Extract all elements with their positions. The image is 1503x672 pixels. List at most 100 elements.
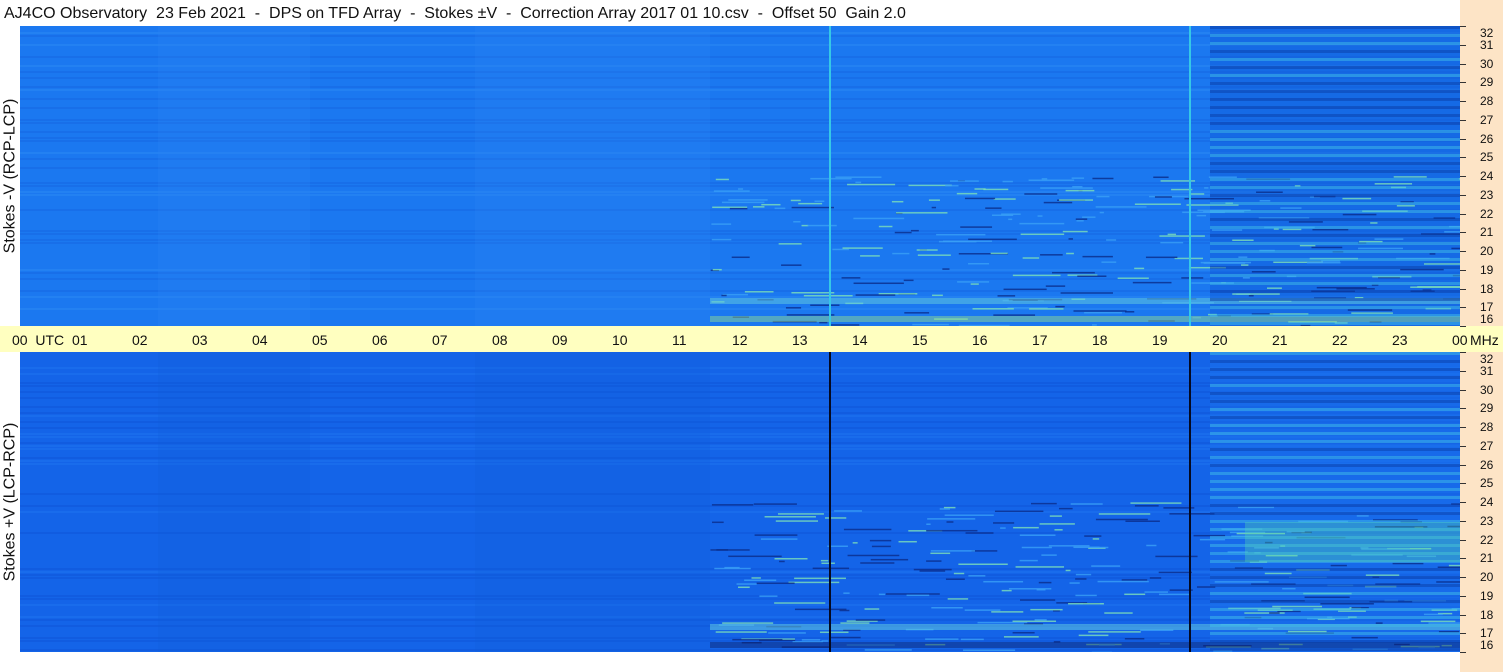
interference-streak (860, 255, 880, 257)
late-day-stripe (1210, 592, 1460, 595)
frequency-tick (1460, 307, 1466, 309)
interference-streak (713, 190, 750, 192)
interference-streak (1084, 311, 1123, 314)
interference-streak (810, 304, 840, 306)
interference-streak (925, 638, 959, 640)
late-day-stripe (1210, 210, 1460, 213)
late-day-stripe (1210, 648, 1460, 651)
frequency-tick (1460, 520, 1466, 522)
late-day-stripe (1210, 480, 1460, 483)
interference-streak (1256, 191, 1283, 193)
interference-streak (1351, 636, 1378, 639)
frequency-tick (1460, 194, 1466, 196)
interference-streak (1059, 199, 1093, 201)
interference-streak (977, 621, 1028, 624)
frequency-tick (1460, 269, 1466, 271)
interference-streak (1060, 292, 1113, 294)
interference-streak (936, 233, 986, 236)
interference-streak (777, 513, 824, 515)
frequency-tick-label: 20 (1480, 244, 1494, 258)
interference-streak (1082, 255, 1113, 258)
frequency-tick-label: 29 (1480, 401, 1494, 416)
late-day-stripe (1210, 82, 1460, 85)
interference-streak (971, 550, 998, 552)
late-day-stripe (1210, 616, 1460, 619)
interference-streak (1375, 622, 1383, 624)
interference-streak (1096, 195, 1110, 198)
frequency-tick-label: 23 (1480, 187, 1494, 202)
late-day-stripe (1210, 298, 1460, 301)
spectrogram-stokes-plus-v (20, 352, 1460, 652)
interference-streak (1330, 564, 1347, 567)
interference-streak (1400, 268, 1444, 271)
interference-streak (1204, 187, 1209, 189)
chart-title: AJ4CO Observatory 23 Feb 2021 - DPS on T… (4, 5, 906, 22)
interference-streak (774, 602, 826, 604)
interference-streak (1040, 187, 1093, 189)
interference-streak (1134, 505, 1159, 507)
interference-streak (1374, 183, 1413, 185)
time-tick-label: 02 (132, 332, 148, 348)
interference-streak (869, 539, 892, 542)
frequency-tick (1460, 408, 1466, 410)
late-day-stripe (1210, 576, 1460, 579)
frequency-tick-label: 24 (1480, 495, 1494, 509)
time-tick-label: 08 (492, 332, 508, 348)
interference-streak (1130, 502, 1182, 504)
interference-streak (1022, 257, 1040, 259)
late-day-stripe (1210, 34, 1460, 37)
interference-streak (847, 183, 896, 186)
interference-streak (964, 197, 996, 200)
interference-streak (729, 207, 748, 210)
time-segment-shade (158, 352, 310, 652)
interference-streak (843, 592, 850, 594)
interference-streak (785, 307, 802, 309)
interference-streak (819, 631, 849, 634)
interference-streak (761, 203, 781, 206)
frequency-tick (1460, 558, 1466, 560)
frequency-tick-label: 21 (1480, 225, 1494, 240)
interference-streak (798, 202, 823, 205)
interference-streak (1020, 233, 1065, 236)
vertical-marker-line (829, 26, 831, 326)
frequency-tick-label: 29 (1480, 75, 1494, 90)
interference-streak (1146, 544, 1157, 547)
interference-streak (855, 619, 886, 621)
interference-streak (738, 586, 750, 589)
interference-streak (1214, 581, 1269, 583)
interference-streak (1393, 176, 1427, 178)
interference-streak (927, 518, 976, 520)
interference-streak (778, 243, 802, 245)
interference-streak (1020, 599, 1056, 601)
interference-streak (814, 200, 825, 203)
interference-streak (768, 632, 806, 634)
frequency-tick-label: 26 (1480, 131, 1494, 146)
interference-streak (754, 534, 798, 536)
interference-streak (985, 207, 1002, 209)
frequency-tick (1460, 157, 1466, 159)
interference-streak (1212, 229, 1243, 231)
interference-streak (1003, 288, 1047, 291)
interference-streak (970, 283, 979, 285)
frequency-tick-label: 22 (1480, 532, 1494, 547)
interference-streak (710, 549, 750, 551)
frequency-tick-label: 31 (1480, 37, 1494, 52)
time-tick-label: 00 (1452, 332, 1468, 348)
spectrogram-stokes-minus-v (20, 26, 1460, 326)
interference-streak (1024, 193, 1058, 195)
interference-streak (1208, 176, 1237, 178)
interference-streak (1238, 256, 1248, 258)
interference-streak (945, 185, 959, 187)
late-day-stripe (1210, 432, 1460, 435)
late-day-stripe (1210, 218, 1460, 221)
interference-streak (803, 294, 853, 297)
interference-streak (832, 248, 849, 251)
late-day-stripe (1210, 106, 1460, 109)
late-day-stripe (1210, 130, 1460, 133)
time-tick-label: 05 (312, 332, 328, 348)
interference-streak (714, 567, 751, 570)
interference-streak (910, 229, 919, 232)
interference-streak (945, 578, 965, 580)
interference-streak (860, 562, 895, 564)
interference-streak (991, 214, 1014, 216)
